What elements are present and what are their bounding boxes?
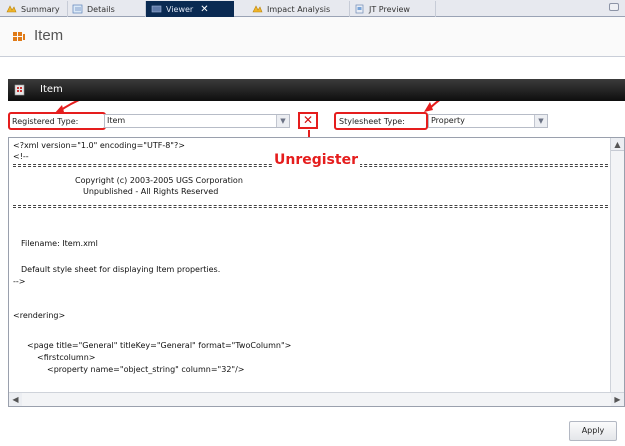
unregister-button[interactable]: ✕ (298, 112, 318, 129)
xml-line: Unpublished - All Rights Reserved (83, 187, 219, 196)
chevron-down-icon[interactable]: ▼ (276, 115, 289, 127)
xml-line: <!-- (13, 152, 29, 161)
page-title: Item (34, 27, 64, 44)
form-header: Item (0, 17, 625, 57)
chevron-down-icon[interactable]: ▼ (534, 115, 547, 127)
scroll-left-icon[interactable]: ◀ (9, 393, 22, 406)
viewer-icon (151, 4, 162, 14)
close-icon[interactable]: ✕ (200, 4, 208, 15)
horizontal-scrollbar[interactable]: ◀ ▶ (9, 392, 624, 406)
tab-viewer-label: Viewer (166, 4, 194, 14)
item-icon (14, 84, 25, 96)
item-type-icon (12, 30, 26, 44)
editor-tab-bar: Summary Details Viewer ✕ Impact Analysis… (0, 0, 625, 17)
impact-analysis-icon (252, 4, 263, 14)
xml-line: <firstcolumn> (37, 353, 96, 362)
xml-line: <property name="object_string" column="3… (47, 365, 245, 374)
tab-viewer[interactable]: Viewer ✕ (146, 1, 234, 17)
tab-summary[interactable]: Summary (2, 1, 68, 17)
tab-impact-analysis-label: Impact Analysis (267, 4, 331, 14)
registered-type-select[interactable]: Item ▼ (104, 114, 290, 128)
tab-details[interactable]: Details (68, 1, 146, 17)
stylesheet-type-select[interactable]: Property ▼ (428, 114, 548, 128)
registered-type-value: Item (107, 116, 126, 125)
xml-line: --> (13, 277, 26, 286)
tab-details-label: Details (87, 4, 115, 14)
scroll-right-icon[interactable]: ▶ (611, 393, 624, 406)
jt-preview-icon (354, 4, 365, 14)
xml-line: Filename: Item.xml (21, 239, 98, 248)
apply-button[interactable]: Apply (569, 421, 617, 441)
annotation-unregister: Unregister (272, 152, 360, 168)
comment-separator (13, 205, 623, 208)
tab-jt-preview-label: JT Preview (369, 4, 410, 14)
scroll-up-icon[interactable]: ▲ (611, 138, 624, 151)
stylesheet-type-value: Property (431, 116, 465, 125)
registered-type-label: Registered Type: (12, 117, 79, 126)
minimize-icon[interactable] (609, 3, 619, 11)
vertical-scrollbar[interactable]: ▲ (610, 138, 624, 394)
tab-impact-analysis[interactable]: Impact Analysis (248, 1, 350, 17)
tab-summary-label: Summary (21, 4, 60, 14)
xml-line: <page title="General" titleKey="General"… (27, 341, 292, 350)
xml-line: Copyright (c) 2003-2005 UGS Corporation (75, 176, 243, 185)
summary-icon (6, 4, 17, 14)
xml-line: <?xml version="1.0" encoding="UTF-8"?> (13, 141, 185, 150)
xml-line: <rendering> (13, 311, 66, 320)
xml-line: Default style sheet for displaying Item … (21, 265, 221, 274)
item-bar: Item (8, 79, 625, 101)
item-bar-title: Item (40, 84, 63, 95)
stylesheet-xml-editor[interactable]: <?xml version="1.0" encoding="UTF-8"?> <… (8, 137, 625, 407)
tab-jt-preview[interactable]: JT Preview (350, 1, 436, 17)
stylesheet-type-label: Stylesheet Type: (339, 117, 405, 126)
details-icon (72, 4, 83, 14)
